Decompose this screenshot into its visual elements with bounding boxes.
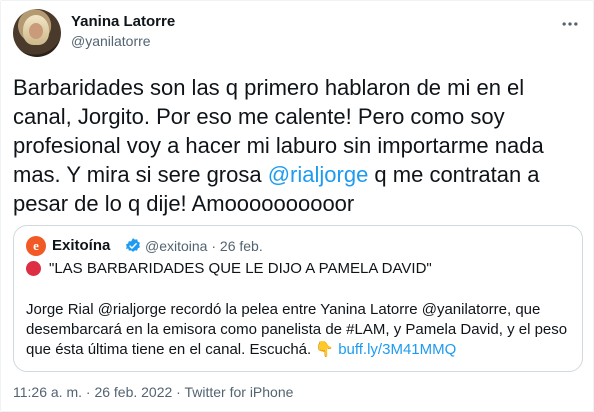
tweet-card: Yanina Latorre @yanilatorre Barbaridades…: [0, 0, 594, 412]
more-options-button[interactable]: [557, 11, 583, 37]
more-horizontal-icon: [562, 22, 578, 26]
quote-handle-date[interactable]: @exitoina · 26 feb.: [145, 238, 263, 254]
verified-badge-icon: [126, 238, 140, 252]
mention-link[interactable]: @rialjorge: [268, 162, 369, 187]
tweet-text: Barbaridades son las q primero hablaron …: [13, 73, 583, 218]
quoted-tweet[interactable]: e Exitoína @exitoina · 26 feb. "LAS BARB…: [13, 225, 583, 372]
quote-author-name[interactable]: Exitoína: [52, 237, 110, 254]
quote-body-text: Jorge Rial @rialjorge recordó la pelea e…: [26, 301, 568, 358]
tweet-meta[interactable]: 11:26 a. m. · 26 feb. 2022 · Twitter for…: [13, 384, 293, 400]
avatar-face: [29, 23, 43, 39]
red-circle-icon: [26, 261, 41, 276]
quote-link[interactable]: buff.ly/3M41MMQ: [338, 341, 456, 358]
author-handle[interactable]: @yanilatorre: [71, 33, 151, 49]
quote-avatar[interactable]: e: [26, 236, 46, 256]
author-name[interactable]: Yanina Latorre: [71, 13, 175, 30]
quote-body: Jorge Rial @rialjorge recordó la pelea e…: [26, 300, 574, 360]
quote-avatar-letter: e: [33, 238, 39, 253]
quote-headline: "LAS BARBARIDADES QUE LE DIJO A PAMELA D…: [26, 260, 432, 277]
avatar[interactable]: [13, 9, 61, 57]
quote-headline-text: "LAS BARBARIDADES QUE LE DIJO A PAMELA D…: [49, 260, 432, 277]
